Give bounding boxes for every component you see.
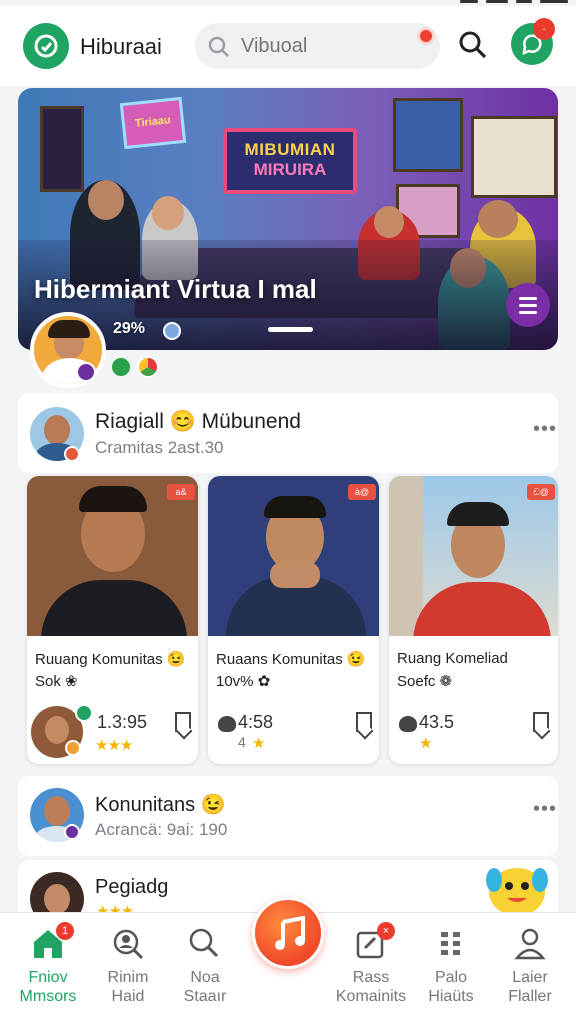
nav-label: Rass Komainits	[335, 969, 407, 1005]
hero-title: Hibermiant Virtua I mal	[34, 274, 317, 304]
card-photo	[208, 476, 379, 636]
nav-badge: ×	[377, 922, 395, 940]
app-title: Hiburaai	[80, 34, 162, 59]
card-subtitle: Sok ❀	[35, 673, 78, 690]
hero-sign-line2: MIRUIRA	[253, 160, 327, 179]
person-head	[88, 180, 124, 220]
nav-label: Fniov Mmsors	[19, 969, 77, 1005]
verified-badge-icon	[64, 824, 80, 840]
bookmark-icon[interactable]	[175, 712, 191, 732]
author-badge-icon	[64, 446, 80, 462]
rating-stars: ★	[419, 735, 432, 752]
card-tag: a&	[167, 484, 195, 500]
search-icon	[208, 36, 229, 57]
more-options-icon[interactable]: •••	[533, 798, 557, 821]
nav-item-profile[interactable]: Laier Flaller	[490, 912, 570, 1024]
person-head	[478, 200, 518, 238]
music-fab-button[interactable]	[252, 897, 324, 969]
wall-photo	[471, 116, 557, 198]
chat-badge: ·	[533, 18, 555, 40]
search-icon	[189, 928, 219, 958]
app-logo-icon[interactable]	[23, 23, 69, 69]
search-bar[interactable]	[195, 23, 440, 69]
nav-item-people[interactable]: Rinim Haid	[88, 912, 168, 1024]
nav-label: Noa Staaır	[183, 969, 227, 1005]
leaf-badge-icon	[110, 356, 132, 378]
search-icon[interactable]	[456, 28, 490, 62]
music-note-icon	[275, 916, 305, 950]
colorful-badge-icon	[137, 356, 159, 378]
menu-button[interactable]	[506, 283, 550, 327]
wall-frame	[40, 106, 84, 192]
nav-label: Rinim Haid	[107, 969, 149, 1005]
nav-label: Laier Flaller	[508, 969, 552, 1005]
bookmark-icon[interactable]	[533, 712, 549, 732]
nav-item-home[interactable]: 1 Fniov Mmsors	[8, 912, 88, 1024]
list-item-meta: Acrancä: 9ai: 190	[95, 820, 228, 839]
card-substat: 4	[238, 734, 246, 750]
hero-banner[interactable]: Tiriaau MIBUMIAN MIRUIRA Hibermiant Virt…	[18, 88, 558, 350]
bookmark-icon[interactable]	[356, 712, 372, 732]
list-item-title: Pegiadg	[95, 876, 169, 898]
search-notification-dot	[417, 27, 435, 45]
card-tag: ඩ@	[527, 484, 555, 500]
hero-neon-sign: MIBUMIAN MIRUIRA	[223, 128, 357, 194]
carousel-indicator[interactable]	[268, 327, 313, 332]
search-input[interactable]	[241, 35, 401, 58]
community-card[interactable]: ඩ@ Ruang Komeliad Soefc ❁ 43.5 ★	[389, 476, 558, 764]
compass-icon	[163, 322, 181, 340]
rating-stars: ★	[252, 735, 265, 752]
top-header: Hiburaai ·	[0, 6, 576, 86]
more-options-icon[interactable]: •••	[533, 418, 557, 441]
comment-icon	[399, 716, 417, 732]
person-head	[152, 196, 184, 230]
hero-progress-text: 29%	[113, 320, 146, 337]
hero-pink-sign: Tiriaau	[119, 96, 187, 150]
list-item-title: Konunitans 😉	[95, 794, 226, 816]
card-title: Ruuang Komunitas 😉	[35, 651, 186, 668]
post-meta: Cramitas 2ast.30	[95, 438, 224, 457]
comment-icon	[218, 716, 236, 732]
card-stat: 43.5	[419, 712, 455, 732]
card-subtitle: 10v% ✿	[216, 673, 271, 690]
card-stat: 1.3:95	[97, 712, 148, 732]
grid-icon	[441, 932, 460, 955]
add-icon[interactable]	[75, 704, 93, 722]
community-card[interactable]: a& Ruuang Komunitas 😉 Sok ❀ 1.3:95 ★★★	[27, 476, 198, 764]
community-card[interactable]: à@ Ruaans Komunitas 😉 10v% ✿ 4:58 4 ★	[208, 476, 379, 764]
nav-label: Palo Hiaüts	[428, 969, 474, 1005]
search-person-icon	[113, 929, 144, 960]
card-title: Ruang Komeliad	[397, 650, 508, 667]
card-photo	[389, 476, 558, 636]
card-tag: à@	[348, 484, 376, 500]
person-head	[374, 206, 404, 238]
mascot-icon[interactable]	[482, 858, 552, 918]
rating-stars: ★★★	[95, 737, 133, 754]
nav-item-search[interactable]: Noa Staaır	[165, 912, 245, 1024]
card-photo	[27, 476, 198, 636]
card-title: Ruaans Komunitas 😉	[216, 651, 366, 668]
hero-sign-line1: MIBUMIAN	[244, 140, 336, 159]
verified-badge-icon	[76, 362, 96, 382]
nav-badge: 1	[56, 922, 74, 940]
wall-screen	[393, 98, 463, 172]
nav-item-posts[interactable]: × Rass Komainits	[331, 912, 411, 1024]
post-author-name[interactable]: Riagiall 😊 Mübunend	[95, 410, 301, 434]
badge-icon	[65, 740, 81, 756]
card-subtitle: Soefc ❁	[397, 673, 453, 690]
nav-item-grid[interactable]: Palo Hiaüts	[411, 912, 491, 1024]
profile-icon	[514, 928, 546, 960]
card-stat: 4:58	[238, 712, 274, 732]
